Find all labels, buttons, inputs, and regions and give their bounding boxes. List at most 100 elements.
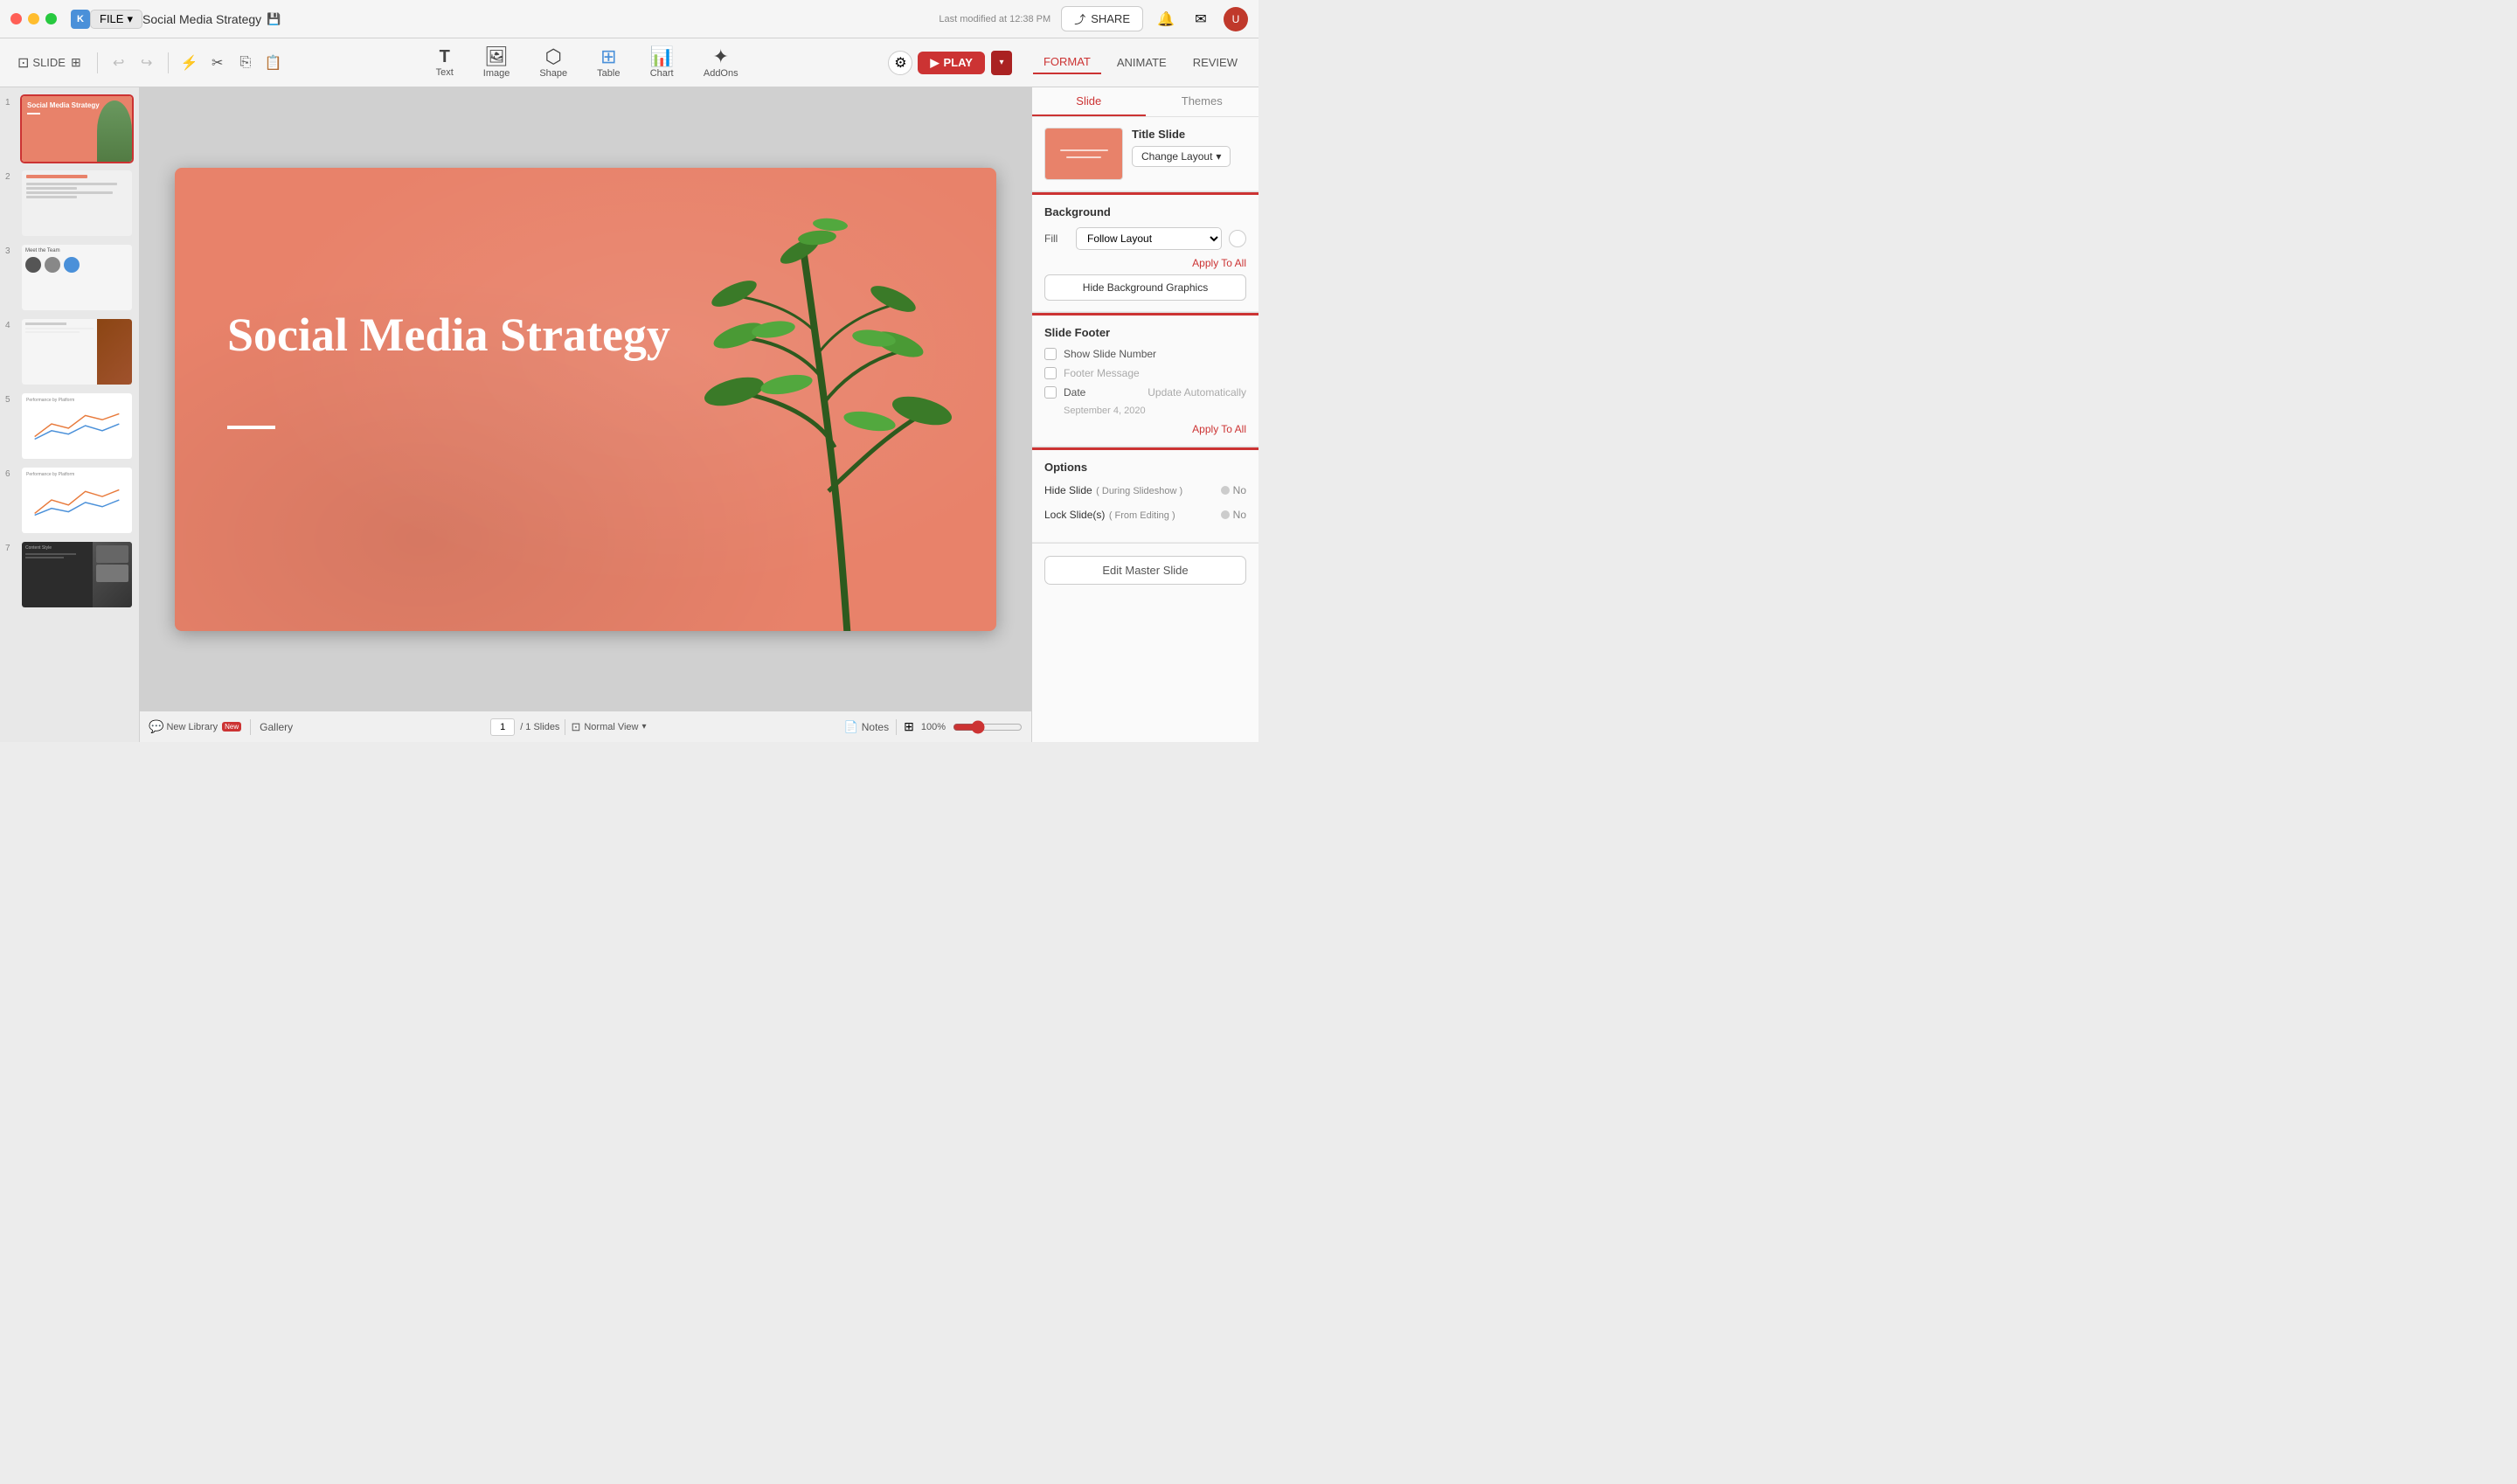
page-number-input[interactable]: [490, 718, 515, 736]
addons-icon: ✦: [713, 47, 729, 66]
thumb-1[interactable]: Social Media Strategy: [20, 94, 134, 163]
toggle-dot-2[interactable]: [1221, 510, 1230, 519]
lock-slide-toggle[interactable]: No: [1221, 509, 1246, 521]
lock-slide-row: Lock Slide(s) ( From Editing ) No: [1044, 507, 1246, 523]
slide-thumbnail-7[interactable]: 7 Content Style: [5, 540, 134, 609]
normal-view-button[interactable]: ⊡ Normal View ▾: [571, 720, 646, 734]
table-tool[interactable]: ⊞ Table: [590, 44, 627, 82]
toolbar-right: ⚙ ▶ PLAY ▾ FORMAT ANIMATE REVIEW: [888, 51, 1248, 75]
separator: [168, 52, 169, 73]
toolbar: ⊡ SLIDE ⊞ ↩ ↪ ⚡ ✂ ⎘ 📋 T Text 🖼 Image ⬡ S…: [0, 38, 1258, 87]
options-title: Options: [1044, 461, 1246, 474]
thumb-6[interactable]: Performance by Platform: [20, 466, 134, 535]
separator: [97, 52, 98, 73]
layout-preview: [1044, 128, 1123, 180]
layout-section: Title Slide Change Layout ▾: [1032, 117, 1258, 191]
grid-icon[interactable]: ⊞: [904, 719, 914, 734]
slide-thumbnail-2[interactable]: 2: [5, 169, 134, 238]
format-tab[interactable]: FORMAT: [1033, 51, 1101, 74]
thumb-4[interactable]: [20, 317, 134, 386]
slide-thumbnail-1[interactable]: 1 Social Media Strategy: [5, 94, 134, 163]
cut-button[interactable]: ✂: [205, 51, 230, 75]
slide-canvas[interactable]: Social Media Strategy: [175, 168, 996, 631]
date-row: Date Update Automatically: [1044, 386, 1246, 399]
hide-background-button[interactable]: Hide Background Graphics: [1044, 274, 1246, 301]
color-picker[interactable]: [1229, 230, 1246, 247]
thumb-5[interactable]: Performance by Platform: [20, 392, 134, 461]
fullscreen-button[interactable]: [45, 13, 57, 24]
fill-dropdown[interactable]: Follow Layout: [1076, 227, 1222, 250]
apply-to-all-link[interactable]: Apply To All: [1044, 257, 1246, 269]
share-button[interactable]: ⤴ SHARE: [1061, 6, 1143, 31]
share-icon: ⤴: [1074, 10, 1085, 27]
table-icon: ⊞: [600, 47, 616, 66]
main-area: 1 Social Media Strategy 2: [0, 87, 1258, 742]
toggle-no-label-2: No: [1233, 509, 1246, 521]
toggle-dot-1[interactable]: [1221, 486, 1230, 495]
paste-button[interactable]: 📋: [261, 51, 286, 75]
redo-button[interactable]: ↪: [135, 51, 159, 75]
mail-icon[interactable]: ✉: [1189, 7, 1213, 31]
app-icon: K: [71, 10, 90, 29]
panel-toggle-icon: ⊞: [71, 55, 81, 70]
slide-panel: 1 Social Media Strategy 2: [0, 87, 140, 742]
footer-title: Slide Footer: [1044, 326, 1246, 339]
zoom-slider[interactable]: [953, 720, 1023, 734]
file-button[interactable]: FILE ▾: [90, 10, 142, 29]
footer-message-checkbox[interactable]: [1044, 367, 1057, 379]
toolbar-tools: T Text 🖼 Image ⬡ Shape ⊞ Table 📊 Chart ✦…: [429, 44, 745, 82]
slide-thumbnail-6[interactable]: 6 Performance by Platform: [5, 466, 134, 535]
shape-tool[interactable]: ⬡ Shape: [532, 44, 574, 82]
thumb-3[interactable]: Meet the Team: [20, 243, 134, 312]
slide-tab[interactable]: Slide: [1032, 87, 1146, 116]
play-button[interactable]: ▶ PLAY: [918, 52, 984, 74]
slide-title: Social Media Strategy: [227, 308, 670, 362]
edit-master-slide-button[interactable]: Edit Master Slide: [1044, 556, 1246, 585]
addons-tool[interactable]: ✦ AddOns: [697, 44, 745, 82]
copy-style-button[interactable]: ⚡: [177, 51, 202, 75]
copy-button[interactable]: ⎘: [233, 51, 258, 75]
minimize-button[interactable]: [28, 13, 39, 24]
thumb-2[interactable]: [20, 169, 134, 238]
slide-button[interactable]: ⊡ SLIDE ⊞: [10, 51, 88, 75]
change-layout-button[interactable]: Change Layout ▾: [1132, 146, 1231, 167]
animate-tab[interactable]: ANIMATE: [1106, 52, 1177, 73]
modified-text: Last modified at 12:38 PM: [939, 14, 1050, 24]
layout-name: Title Slide: [1132, 128, 1231, 141]
themes-tab[interactable]: Themes: [1146, 87, 1259, 116]
thumb-7[interactable]: Content Style: [20, 540, 134, 609]
avatar[interactable]: U: [1224, 7, 1248, 31]
chart-tool[interactable]: 📊 Chart: [642, 44, 680, 82]
background-title: Background: [1044, 205, 1246, 218]
background-section: Background Fill Follow Layout Apply To A…: [1032, 195, 1258, 312]
slide-thumbnail-3[interactable]: 3 Meet the Team: [5, 243, 134, 312]
layout-preview-wrap: Title Slide Change Layout ▾: [1044, 128, 1246, 180]
chart-icon: 📊: [649, 47, 673, 66]
text-tool[interactable]: T Text: [429, 45, 461, 81]
divider: [1032, 543, 1258, 544]
notes-button[interactable]: 📄 Notes: [844, 720, 890, 734]
undo-button[interactable]: ↩: [107, 51, 131, 75]
document-title: Social Media Strategy 💾: [142, 12, 281, 26]
slide-thumbnail-4[interactable]: 4: [5, 317, 134, 386]
gallery-button[interactable]: Gallery: [260, 721, 293, 733]
play-dropdown-button[interactable]: ▾: [991, 51, 1012, 75]
show-slide-number-checkbox[interactable]: [1044, 348, 1057, 360]
hide-slide-toggle[interactable]: No: [1221, 484, 1246, 496]
footer-message-row: Footer Message: [1044, 367, 1246, 379]
notifications-icon[interactable]: 🔔: [1154, 7, 1178, 31]
settings-icon[interactable]: ⚙: [888, 51, 912, 75]
view-icon: ⊡: [571, 720, 580, 734]
footer-apply-to-all-link[interactable]: Apply To All: [1044, 423, 1246, 435]
text-icon: T: [440, 48, 450, 66]
image-tool[interactable]: 🖼 Image: [476, 44, 517, 82]
date-checkbox[interactable]: [1044, 386, 1057, 399]
status-bar: 💬 New Library New Gallery / 1 Slides ⊡ N…: [140, 711, 1031, 742]
slide-thumbnail-5[interactable]: 5 Performance by Platform: [5, 392, 134, 461]
review-tab[interactable]: REVIEW: [1182, 52, 1248, 73]
library-button[interactable]: 💬 New Library New: [149, 719, 241, 734]
footer-section: Slide Footer Show Slide Number Footer Me…: [1032, 316, 1258, 447]
zoom-level: 100%: [921, 722, 946, 732]
close-button[interactable]: [10, 13, 22, 24]
notes-icon: 📄: [844, 720, 858, 734]
